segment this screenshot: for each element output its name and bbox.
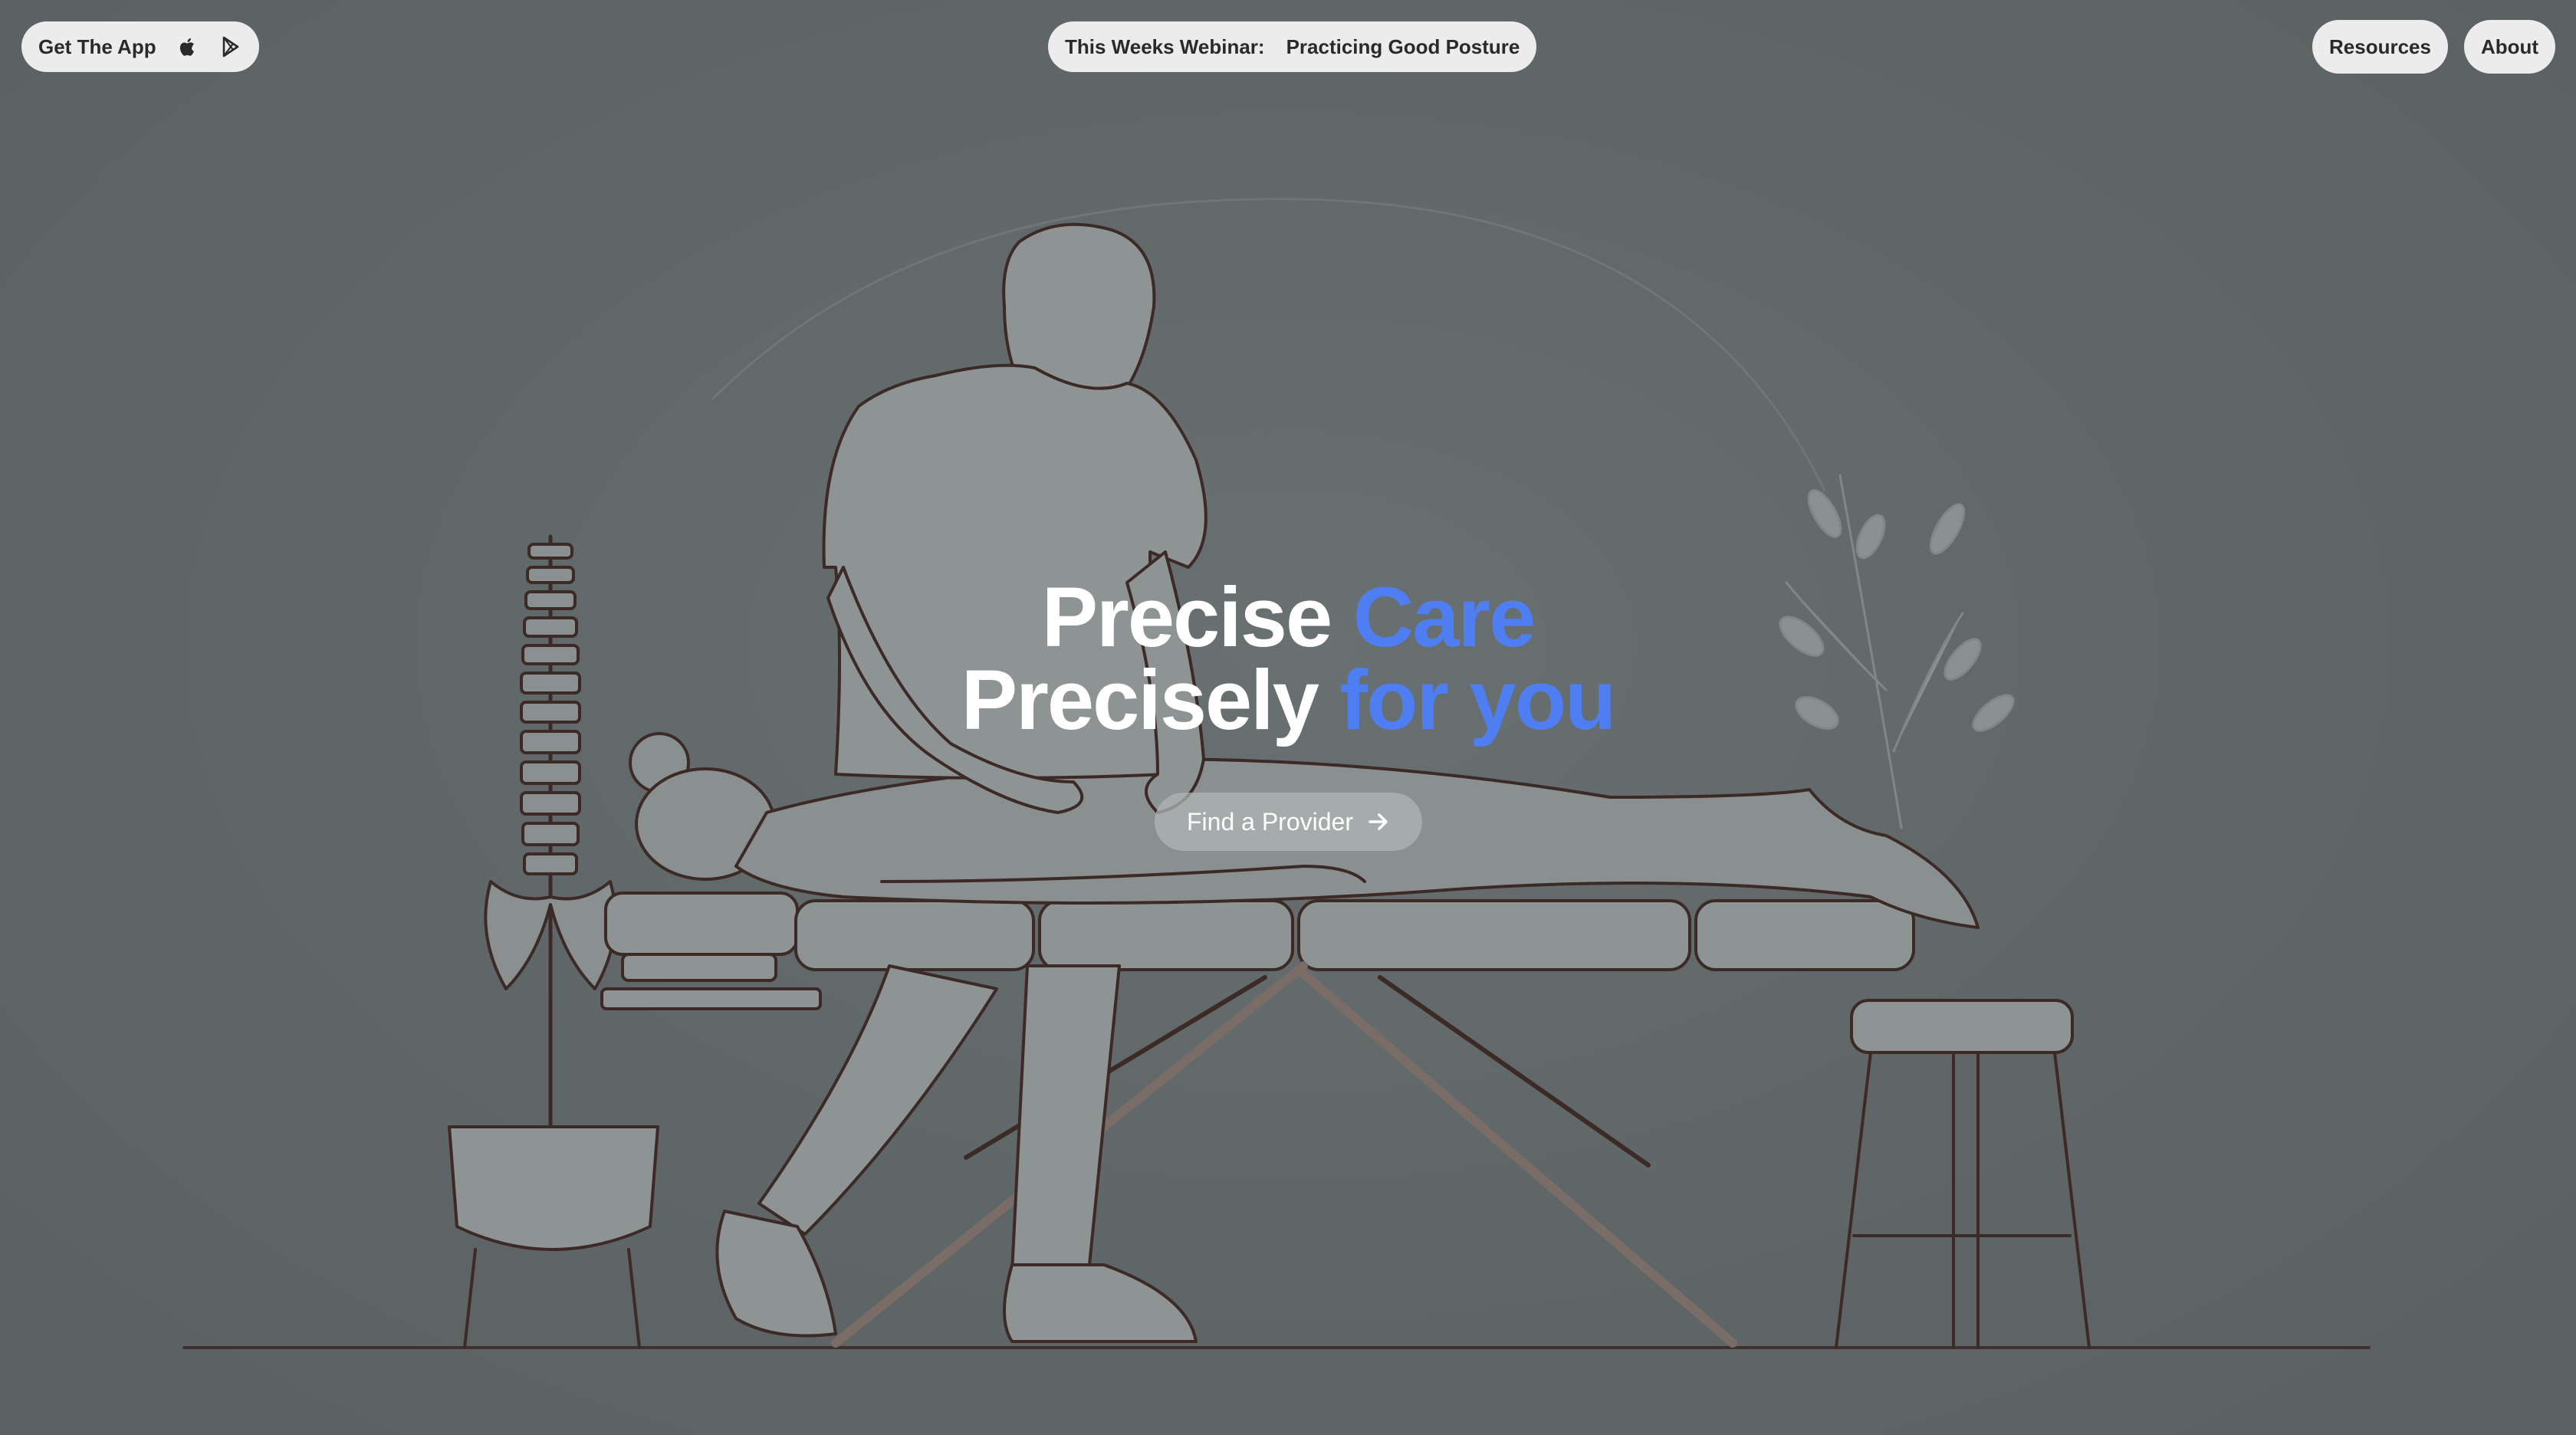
webinar-banner[interactable]: This Weeks Webinar: Practicing Good Post… xyxy=(1048,21,1537,72)
get-the-app-pill[interactable]: Get The App xyxy=(21,21,259,72)
google-play-icon[interactable] xyxy=(219,35,242,58)
plant-pot xyxy=(448,1125,659,1349)
hero-line-2-accent: for you xyxy=(1339,653,1616,747)
hero-headline: Precise Care Precisely for you xyxy=(0,576,2576,743)
resources-button[interactable]: Resources xyxy=(2312,20,2448,74)
find-provider-label: Find a Provider xyxy=(1187,807,1353,836)
stool xyxy=(1835,999,2091,1349)
apple-icon[interactable] xyxy=(176,35,199,58)
hero-line-1-accent: Care xyxy=(1352,570,1536,665)
page: Get The App This Weeks Webinar: Practici… xyxy=(0,0,2576,1435)
webinar-prefix: This Weeks Webinar: xyxy=(1065,34,1265,58)
hero-line-2-white: Precisely xyxy=(961,653,1319,747)
about-button[interactable]: About xyxy=(2464,20,2556,74)
get-the-app-label: Get The App xyxy=(38,34,156,58)
find-provider-button[interactable]: Find a Provider xyxy=(1155,793,1422,851)
hero-line-1: Precise Care xyxy=(0,576,2576,660)
arrow-right-icon xyxy=(1368,813,1388,830)
webinar-title: Practicing Good Posture xyxy=(1286,34,1520,58)
hero-line-1-white: Precise xyxy=(1041,570,1332,665)
hero-line-2: Precisely for you xyxy=(0,658,2576,743)
